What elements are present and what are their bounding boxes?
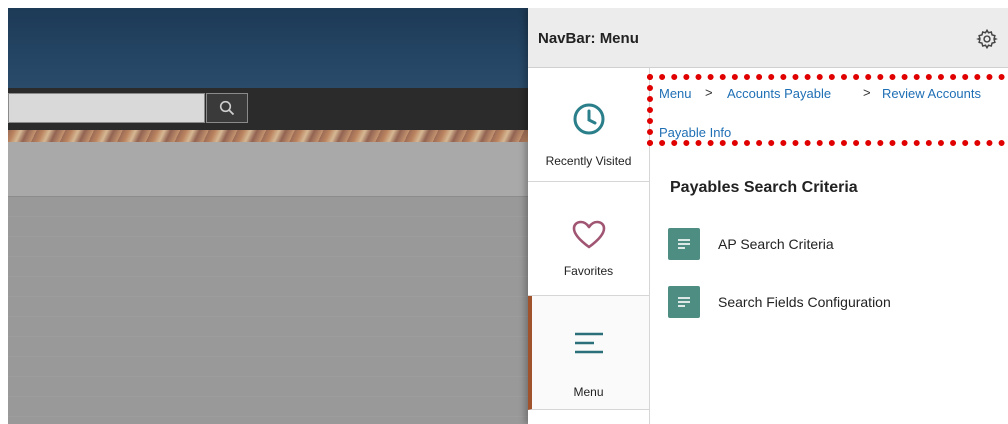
search-icon	[219, 100, 235, 116]
breadcrumb-item-review-accounts-payable-info[interactable]: Review Accounts	[882, 86, 981, 101]
menu-item-label: Search Fields Configuration	[718, 294, 891, 310]
breadcrumb-item-accounts-payable[interactable]: Accounts Payable	[727, 86, 831, 101]
menu-item-label: AP Search Criteria	[718, 236, 834, 252]
search-button[interactable]	[206, 93, 248, 123]
breadcrumb-separator: >	[863, 85, 871, 100]
navbar-sidebar: Recently Visited Favorites Menu	[528, 68, 650, 424]
sidebar-item-menu[interactable]: Menu	[528, 296, 649, 410]
gear-icon[interactable]	[976, 28, 998, 50]
banner-artwork	[8, 130, 528, 142]
document-icon	[668, 228, 700, 260]
navbar-panel: NavBar: Menu Recently Visited Favorites	[528, 8, 1008, 424]
background-header	[8, 8, 528, 88]
navbar-content: Menu > Accounts Payable > Review Account…	[647, 68, 1008, 424]
navbar-header: NavBar: Menu	[528, 8, 1008, 68]
menu-item-search-fields-configuration[interactable]: Search Fields Configuration	[668, 286, 968, 318]
document-icon	[668, 286, 700, 318]
search-input[interactable]	[8, 93, 205, 123]
heart-icon	[572, 220, 605, 249]
menu-lines-icon	[574, 332, 603, 354]
background-search-bar	[8, 88, 528, 130]
background-content	[8, 197, 528, 424]
folder-title: Payables Search Criteria	[670, 179, 858, 196]
navbar-title: NavBar: Menu	[538, 30, 639, 47]
breadcrumb-item-menu[interactable]: Menu	[659, 86, 692, 101]
sidebar-item-label: Recently Visited	[545, 154, 632, 168]
menu-item-ap-search-criteria[interactable]: AP Search Criteria	[668, 228, 888, 260]
sidebar-item-label: Menu	[573, 385, 604, 399]
sidebar-item-label: Favorites	[563, 264, 614, 278]
top-margin	[0, 0, 1008, 8]
breadcrumb-separator: >	[705, 85, 713, 100]
breadcrumb-item-review-accounts-payable-info-continued[interactable]: Payable Info	[659, 125, 731, 140]
background-page-bar	[8, 142, 528, 197]
sidebar-item-favorites[interactable]: Favorites	[528, 182, 649, 296]
clock-icon	[573, 103, 604, 135]
sidebar-item-recently-visited[interactable]: Recently Visited	[528, 68, 649, 182]
